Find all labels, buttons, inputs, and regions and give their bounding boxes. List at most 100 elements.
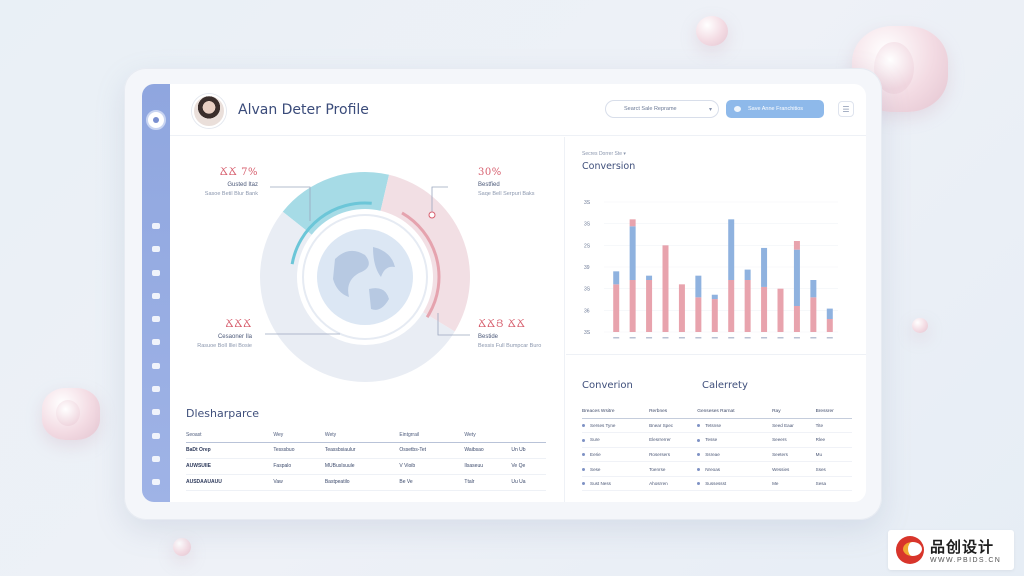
bar-segment[interactable]: [695, 297, 702, 332]
logo-icon[interactable]: [146, 110, 166, 130]
decorative-blob: [42, 388, 100, 440]
calerrety-title: Calerrety: [702, 380, 748, 391]
table-row[interactable]: BaDt Orep Tesssbuo Teassbsiaulur Ossetbs…: [186, 442, 546, 459]
bar-segment[interactable]: [744, 280, 751, 332]
conversion-chart-panel: Secres Dorrer Ste ▾ Conversion 3S 36 3S 39 2…: [566, 137, 866, 355]
column-header[interactable]: Wey: [273, 429, 325, 443]
table-row[interactable]: Eerie Rosersers Ssreae Seeters Mu: [582, 447, 852, 463]
bar-segment[interactable]: [613, 271, 620, 285]
bar-segment[interactable]: [711, 299, 718, 332]
decorative-blob: [696, 16, 728, 46]
cloud-icon[interactable]: [150, 336, 162, 348]
table-cell: Faspalo: [273, 458, 325, 475]
bullet-icon: [697, 453, 701, 457]
table-cell: Elesrrerrer: [649, 432, 698, 448]
bar-segment[interactable]: [810, 280, 817, 298]
column-header: [511, 429, 546, 443]
column-header[interactable]: Rerbnes: [649, 406, 698, 419]
cell-text: Ahosrren: [649, 481, 668, 487]
column-header[interactable]: Bressrer: [815, 406, 852, 419]
bar-segment[interactable]: [629, 219, 636, 227]
table-row[interactable]: AUWSUIIE Faspalo MUBusIsuule V Vioib Ils…: [186, 458, 546, 475]
bar-segment[interactable]: [711, 294, 718, 300]
card-icon[interactable]: [150, 267, 162, 279]
bar-segment[interactable]: [629, 226, 636, 280]
database-icon[interactable]: [150, 476, 162, 488]
bar-segment[interactable]: [761, 247, 768, 287]
table-cell: Tite: [815, 418, 852, 434]
column-header[interactable]: Wety: [324, 429, 400, 443]
callout-text: Saqe Bell Serpuri Baks: [478, 190, 535, 197]
table-cell: Ttalr: [464, 474, 512, 491]
column-header[interactable]: Breaces Wsitre: [582, 406, 650, 419]
bar-segment[interactable]: [678, 284, 685, 332]
bar-segment[interactable]: [761, 286, 768, 332]
bar-segment[interactable]: [826, 319, 833, 332]
table-row[interactable]: Sure Elesrrerrer Tesse Seeers Rlee: [582, 432, 852, 448]
cell-text: Me: [772, 481, 779, 487]
bar-segment[interactable]: [744, 269, 751, 280]
bar-segment[interactable]: [793, 249, 800, 306]
x-tick-label: [695, 337, 702, 339]
callout-value: 30%: [478, 167, 502, 178]
bar-segment[interactable]: [646, 280, 653, 332]
bullet-icon: [582, 438, 585, 442]
settings-icon[interactable]: [150, 360, 162, 372]
table-cell: Seed Eaar: [772, 418, 816, 434]
bar-segment[interactable]: [728, 219, 735, 280]
table-cell: V Vioib: [399, 458, 465, 475]
bar-segment[interactable]: [826, 308, 833, 319]
menu-icon[interactable]: [150, 406, 162, 418]
column-header[interactable]: Seoast: [186, 429, 274, 443]
donut-panel: ՃՃ 7% Gusted Itaz Sasoe Betil Blur Bank …: [170, 137, 565, 502]
bar-segment[interactable]: [646, 275, 653, 280]
table-cell: BaDt Orep: [186, 442, 274, 459]
bar-segment[interactable]: [613, 284, 620, 332]
pin-icon[interactable]: [150, 220, 162, 232]
grid-icon[interactable]: [150, 453, 162, 465]
conversion-table-panel: Converion Calerrety Breaces Wsitre Rerbn…: [566, 356, 866, 502]
list-icon[interactable]: [150, 290, 162, 302]
bar-segment[interactable]: [629, 280, 636, 332]
search-select[interactable]: Searct Sale Reprame ▾: [605, 100, 719, 118]
cell-text: Seeers: [772, 437, 787, 443]
column-header[interactable]: Ray: [772, 406, 816, 419]
column-header[interactable]: Genseses Rarnat: [697, 406, 773, 419]
column-header[interactable]: Wety: [464, 429, 512, 443]
table-row[interactable]: AUSDAAUAUU Vaw Bastpeatilo Be Ve Ttalr U…: [186, 474, 546, 491]
y-tick-label: 3S: [584, 200, 591, 206]
list-icon[interactable]: ☰: [838, 101, 854, 117]
cell-text: Sses: [815, 466, 826, 472]
table-cell: AUWSUIIE: [186, 458, 274, 475]
brand-url: WWW.PBIDS.CN: [930, 557, 1002, 564]
bar-segment[interactable]: [793, 241, 800, 250]
x-tick-label: [711, 337, 718, 339]
callout-value: ՃՃՃ: [225, 319, 252, 330]
save-button[interactable]: Save Anne Franchitios: [726, 100, 824, 118]
cell-text: Ssreae: [705, 451, 720, 457]
bar-segment[interactable]: [695, 275, 702, 298]
callout-dot: [428, 211, 436, 219]
bar-segment[interactable]: [728, 280, 735, 332]
cell-text: Wessies: [772, 466, 790, 472]
column-header[interactable]: Eintgrrail: [399, 429, 465, 443]
link-icon[interactable]: [150, 313, 162, 325]
callout-label: Cesaoner Ila: [217, 333, 252, 340]
table-cell: Sses: [815, 461, 852, 477]
clock-icon[interactable]: [150, 243, 162, 255]
page-title: Alvan Deter Profile: [238, 102, 369, 118]
table-row[interactable]: Serses Tyne Bnear Spec Tetsnse Seed Eaar Tit…: [582, 418, 852, 434]
bar-segment[interactable]: [777, 288, 784, 332]
bar-segment[interactable]: [793, 306, 800, 332]
chart-icon[interactable]: [150, 430, 162, 442]
table-cell: Ve Qe: [511, 458, 546, 475]
avatar[interactable]: [192, 94, 226, 128]
bar-segment[interactable]: [662, 245, 669, 332]
bar-segment[interactable]: [810, 297, 817, 332]
edit-icon[interactable]: [150, 383, 162, 395]
table-row[interactable]: Sese Toenrse Nreoas Wessies Sses: [582, 461, 852, 477]
cell-text: Tesse: [705, 437, 718, 443]
table-row[interactable]: Sust Ness Ahosrren Sussessst Me Sesa: [582, 476, 852, 492]
table-cell: Tesssbuo: [273, 442, 325, 459]
table-cell: Sust Ness: [582, 476, 650, 492]
